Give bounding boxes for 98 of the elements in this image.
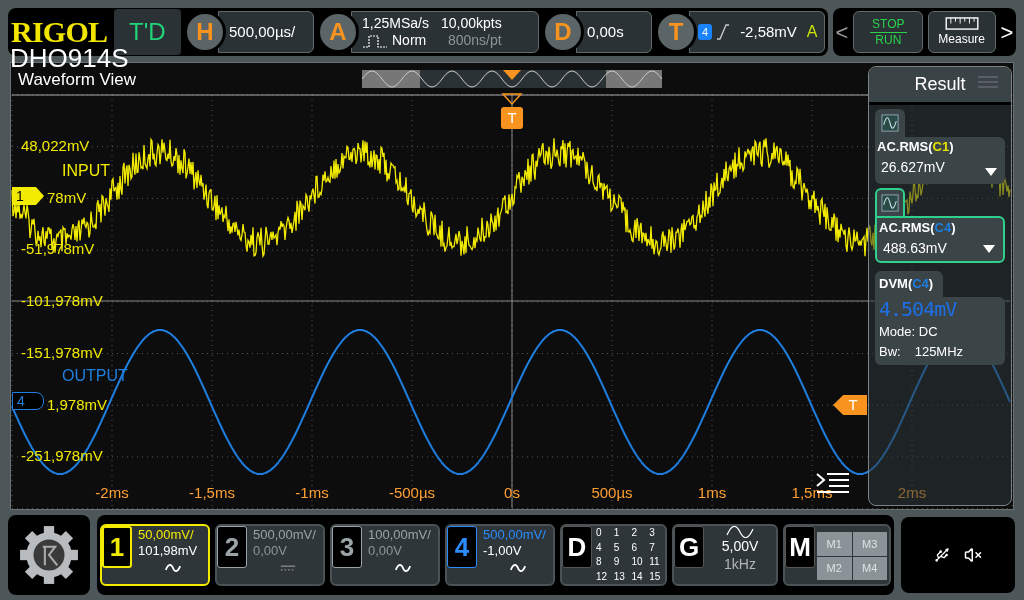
axis-label: 78mV xyxy=(47,189,87,205)
axis-label: -1,5ms xyxy=(189,485,235,500)
trigger-level: -2,58mV xyxy=(740,21,797,42)
axis-label: 0s xyxy=(504,485,520,500)
digital-channel-number: 8 xyxy=(596,555,603,569)
acquire-mode: Norm xyxy=(392,32,427,50)
axis-label: -151,978mV xyxy=(21,344,103,360)
digital-channel-number: 2 xyxy=(631,526,639,540)
trigger-marker: T xyxy=(501,107,523,129)
sample-rate: 1,25MSa/s xyxy=(362,14,429,32)
usb-icon xyxy=(934,547,950,563)
channel-marker: 1 xyxy=(12,187,44,205)
generator-frequency: 1kHz xyxy=(724,555,756,573)
axis-label: 1ms xyxy=(697,485,727,500)
axis-label: -500µs xyxy=(388,485,436,500)
measurement-value: 488.63mV xyxy=(882,238,947,258)
sweep-mode: A xyxy=(806,22,818,42)
digital-channel-number: 1 xyxy=(613,526,621,540)
digital-channel-number: 12 xyxy=(596,569,609,584)
sine-icon xyxy=(726,526,754,538)
ac-coupling-icon xyxy=(509,562,527,573)
vertical-scale: 100,00mV/ xyxy=(368,527,431,544)
delay-value-button[interactable]: 0,00s xyxy=(576,11,652,53)
channel-marker: 4 xyxy=(12,392,44,410)
digital-channel-number: 3 xyxy=(649,526,656,540)
digital-channel-number: 13 xyxy=(613,569,626,584)
digital-channel-number: 14 xyxy=(631,569,644,584)
waveform-icon xyxy=(881,194,899,212)
run-stop-button[interactable]: STOP RUN xyxy=(853,11,924,53)
next-button[interactable]: > xyxy=(1000,17,1014,47)
channel-card[interactable]: 2 500,00mV/ 0,00V xyxy=(215,524,325,586)
vertical-scale: 500,00mV/ xyxy=(253,527,316,544)
trigger-level-marker: T xyxy=(833,395,867,415)
digital-channel-number: 9 xyxy=(613,555,621,569)
channel-card[interactable]: 3 100,00mV/ 0,00V xyxy=(330,524,440,586)
digital-channel-number: 11 xyxy=(649,555,661,569)
channel-number: 1 xyxy=(102,526,132,568)
timebase-scale-button[interactable]: 500,00µs/ xyxy=(218,11,314,53)
measurement-card[interactable]: AC.RMS(C1) 26.627mV xyxy=(875,137,1005,184)
generator-card[interactable]: G 5,00V 1kHz xyxy=(672,524,778,586)
digital-channel-number: 10 xyxy=(631,555,644,569)
channel-number: 3 xyxy=(332,526,362,568)
measurement-label: AC.RMS(C1) xyxy=(877,138,955,156)
memory-depth: 10,00kpts xyxy=(440,14,502,32)
digital-channel-number: 4 xyxy=(596,540,603,555)
channel-card[interactable]: 4 500,00mV/ -1,00V xyxy=(445,524,555,586)
dropdown-icon xyxy=(983,245,995,253)
measurement-card[interactable]: AC.RMS(C4) 488.63mV xyxy=(875,216,1005,263)
view-title: Waveform View xyxy=(18,71,137,88)
measure-button[interactable]: Measure xyxy=(927,11,996,53)
waveform-icon xyxy=(881,114,899,132)
axis-label: -101,978mV xyxy=(21,293,103,309)
previous-button[interactable]: < xyxy=(835,17,849,47)
dropdown-icon xyxy=(985,168,997,176)
axis-label: -2ms xyxy=(95,485,129,500)
vertical-scale: 50,00mV/ xyxy=(138,527,194,544)
axis-label: 2ms xyxy=(897,485,927,500)
brand-logo: RIGOL xyxy=(11,17,109,47)
ac-coupling-icon xyxy=(164,562,182,573)
trace-label: INPUT xyxy=(62,163,110,179)
dvm-mode: Mode: DC xyxy=(879,323,939,341)
vertical-offset: 0,00V xyxy=(253,543,287,560)
panel-title: Result xyxy=(914,73,966,96)
time-resolution: 800ns/pt xyxy=(447,32,502,50)
gear-logo-icon[interactable] xyxy=(8,515,90,595)
axis-label: 1,978mV xyxy=(47,396,108,412)
channel-number: 2 xyxy=(217,526,247,568)
digital-card[interactable]: D 0 1 2 3 4 5 6 7 8 9 10 11 12 13 14 15 xyxy=(560,524,667,586)
measurement-label: DVM(C4) xyxy=(879,275,934,294)
axis-label: 48,022mV xyxy=(21,138,90,153)
bandwidth-value: 125MHz xyxy=(914,342,964,361)
axis-label: 500µs xyxy=(591,485,633,500)
ac-coupling-icon xyxy=(394,562,412,573)
axis-label: -51,978mV xyxy=(21,241,95,257)
trigger-source-badge: 4 xyxy=(698,23,713,41)
channel-number: 4 xyxy=(447,526,477,568)
generator-amplitude: 5,00V xyxy=(721,538,759,556)
vertical-offset: 0,00V xyxy=(368,543,402,560)
channel-card[interactable]: 1 50,00mV/ 101,98mV xyxy=(100,524,210,586)
digital-channel-number: 6 xyxy=(631,540,639,555)
vertical-offset: 101,98mV xyxy=(138,543,198,560)
digital-channel-number: 15 xyxy=(649,569,662,584)
vertical-scale: 500,00mV/ xyxy=(483,527,546,544)
speaker-muted-icon[interactable] xyxy=(964,546,982,564)
measurement-label: AC.RMS(C4) xyxy=(879,219,957,237)
ruler-icon xyxy=(943,16,980,30)
measurement-value: 26.627mV xyxy=(880,157,945,177)
digital-channel-number: 7 xyxy=(649,540,656,555)
bandwidth-label: Bw: xyxy=(879,342,901,361)
digital-channel-number: 0 xyxy=(596,526,603,540)
vertical-offset: -1,00V xyxy=(483,543,522,560)
digital-channel-number: 5 xyxy=(613,540,621,555)
trigger-position-icon xyxy=(501,93,523,106)
dvm-reading: 4.504mV xyxy=(879,297,958,322)
axis-label: -1ms xyxy=(295,485,329,500)
pulse-icon xyxy=(362,33,388,48)
rising-edge-icon xyxy=(716,24,731,40)
math-label: M xyxy=(785,526,815,568)
